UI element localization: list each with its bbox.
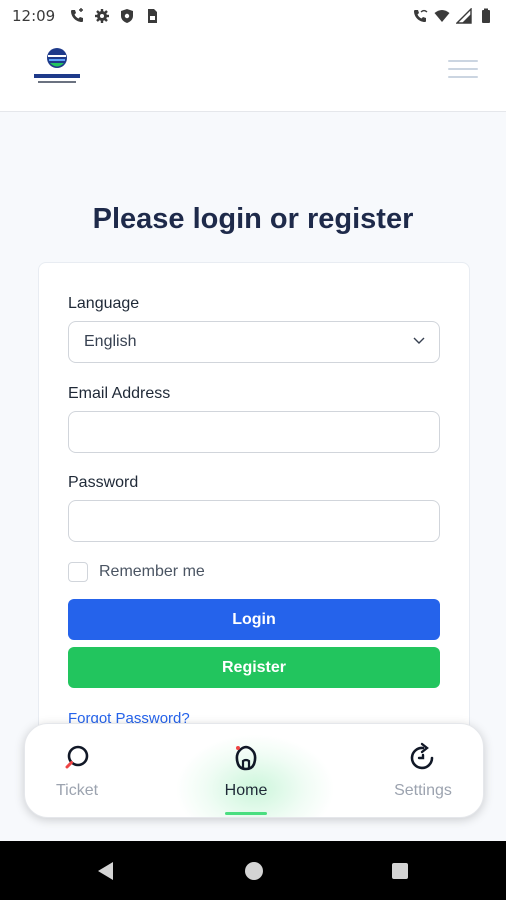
remember-checkbox[interactable] xyxy=(68,562,88,582)
active-tab-indicator xyxy=(225,812,267,815)
system-nav-bar xyxy=(0,841,506,900)
home-icon xyxy=(235,745,257,771)
page-title: Please login or register xyxy=(92,203,414,235)
hamburger-icon[interactable] xyxy=(448,60,478,80)
password-field[interactable] xyxy=(68,500,440,542)
app-header xyxy=(0,32,506,112)
refresh-icon xyxy=(410,742,434,770)
password-label: Password xyxy=(68,474,139,491)
register-button[interactable]: Register xyxy=(68,647,440,688)
nav-item-ticket[interactable]: Ticket xyxy=(27,742,127,800)
nav-label-ticket: Ticket xyxy=(55,782,99,799)
recents-icon[interactable] xyxy=(390,861,410,881)
phone-icon xyxy=(71,8,84,22)
email-field[interactable] xyxy=(68,411,440,453)
remember-me[interactable]: Remember me xyxy=(68,562,205,582)
home-circle-icon[interactable] xyxy=(244,861,264,881)
signal-icon xyxy=(456,8,472,24)
status-bar: 12:09 xyxy=(0,0,506,32)
language-label: Language xyxy=(68,295,140,312)
login-button[interactable]: Login xyxy=(68,599,440,640)
gear-icon xyxy=(95,9,110,23)
sim-icon xyxy=(148,9,158,23)
wifi-call-icon xyxy=(414,9,428,22)
email-label: Email Address xyxy=(68,385,171,402)
shield-icon xyxy=(121,9,134,23)
bottom-nav: Ticket Home Settings xyxy=(24,723,484,818)
language-select[interactable]: English xyxy=(68,321,440,363)
nav-label-home: Home xyxy=(224,782,268,799)
wifi-icon xyxy=(434,10,450,22)
status-time: 12:09 xyxy=(12,7,56,25)
chevron-down-icon xyxy=(413,337,425,344)
nav-label-settings: Settings xyxy=(394,782,452,799)
language-select-value: English xyxy=(84,333,137,350)
nav-item-home[interactable]: Home xyxy=(196,742,296,800)
remember-label: Remember me xyxy=(99,563,205,580)
back-icon[interactable] xyxy=(96,861,116,881)
battery-icon xyxy=(482,8,490,23)
nav-item-settings[interactable]: Settings xyxy=(373,742,473,800)
clarion-tech-logo[interactable] xyxy=(32,46,82,90)
search-icon xyxy=(65,745,89,769)
